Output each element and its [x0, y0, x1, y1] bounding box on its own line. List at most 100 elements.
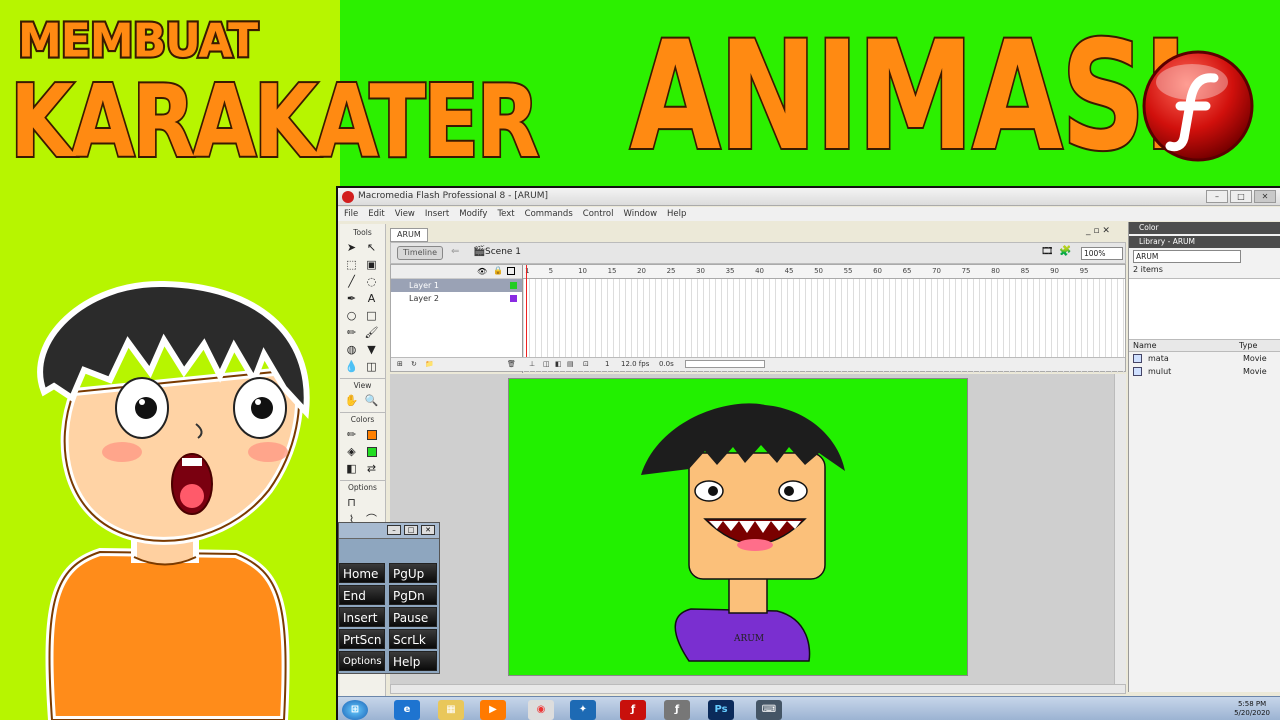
- close-button[interactable]: ✕: [1254, 190, 1276, 203]
- rectangle-tool-icon[interactable]: □: [364, 308, 380, 324]
- outline-all-icon[interactable]: [507, 267, 515, 275]
- menu-commands[interactable]: Commands: [525, 207, 573, 221]
- line-tool-icon[interactable]: ╱: [344, 274, 360, 290]
- library-item[interactable]: mulut Movie: [1129, 365, 1280, 378]
- menu-control[interactable]: Control: [583, 207, 614, 221]
- document-window-controls[interactable]: _ ▫ ✕: [1086, 226, 1110, 236]
- text-tool-icon[interactable]: A: [364, 291, 380, 307]
- ie-icon[interactable]: e: [394, 700, 420, 720]
- onion-skin-icon[interactable]: ◫: [543, 360, 550, 368]
- library-panel-header[interactable]: Library - ARUM: [1129, 236, 1280, 248]
- selection-tool-icon[interactable]: ➤: [344, 240, 360, 256]
- timeline-hscroll[interactable]: [685, 360, 765, 368]
- insert-folder-icon[interactable]: 📁: [425, 360, 434, 368]
- stroke-color-swatch[interactable]: [364, 427, 380, 443]
- menu-window[interactable]: Window: [624, 207, 658, 221]
- banner-line-3: ANIMASI: [628, 10, 1189, 184]
- osk-minimize-button[interactable]: –: [387, 525, 401, 535]
- settings-icon[interactable]: ✦: [570, 700, 596, 720]
- onion-outline-icon[interactable]: ◧: [555, 360, 562, 368]
- menu-text[interactable]: Text: [497, 207, 514, 221]
- edit-scene-icon[interactable]: 🎞: [1041, 246, 1054, 257]
- show-hide-all-icon[interactable]: 👁: [477, 267, 487, 276]
- osk-close-button[interactable]: ✕: [421, 525, 435, 535]
- key-end[interactable]: End: [339, 585, 385, 605]
- key-pgup[interactable]: PgUp: [389, 563, 437, 583]
- key-help[interactable]: Help: [389, 651, 437, 671]
- chrome-icon[interactable]: ◉: [528, 700, 554, 720]
- osk-maximize-button[interactable]: □: [404, 525, 418, 535]
- back-arrow-icon[interactable]: ⇐: [451, 246, 459, 257]
- taskbar-clock[interactable]: 5:58 PM 5/20/2020: [1234, 700, 1270, 718]
- lock-all-icon[interactable]: 🔒: [493, 266, 503, 275]
- maximize-button[interactable]: □: [1230, 190, 1252, 203]
- flash-app-icon: [342, 191, 354, 203]
- hand-tool-icon[interactable]: ✋: [344, 393, 360, 409]
- swap-colors-icon[interactable]: ⇄: [364, 461, 380, 477]
- layer-row[interactable]: Layer 2: [391, 292, 522, 305]
- key-options[interactable]: Options: [339, 651, 385, 671]
- lasso-tool-icon[interactable]: ◌: [364, 274, 380, 290]
- center-frame-icon[interactable]: ⊥: [529, 360, 535, 368]
- document-tab[interactable]: ARUM: [390, 228, 428, 242]
- key-insert[interactable]: Insert: [339, 607, 385, 627]
- key-pause[interactable]: Pause: [389, 607, 437, 627]
- explorer-icon[interactable]: ▦: [438, 700, 464, 720]
- media-player-icon[interactable]: ▶: [480, 700, 506, 720]
- start-button[interactable]: ⊞: [342, 700, 368, 720]
- library-document-select[interactable]: ARUM: [1133, 250, 1241, 263]
- photoshop-icon[interactable]: Ps: [708, 700, 734, 720]
- zoom-select[interactable]: 100%: [1081, 247, 1123, 260]
- key-pgdn[interactable]: PgDn: [389, 585, 437, 605]
- fill-color-swatch[interactable]: [364, 444, 380, 460]
- column-type[interactable]: Type: [1239, 340, 1257, 351]
- pencil-tool-icon[interactable]: ✏: [344, 325, 360, 341]
- subselection-tool-icon[interactable]: ↖: [364, 240, 380, 256]
- menu-modify[interactable]: Modify: [459, 207, 487, 221]
- oval-tool-icon[interactable]: ○: [344, 308, 360, 324]
- stage-vscroll[interactable]: [1114, 374, 1126, 684]
- paint-bucket-tool-icon[interactable]: ▼: [364, 342, 380, 358]
- insert-layer-icon[interactable]: ⊞: [397, 360, 403, 368]
- fill-color-icon[interactable]: ◈: [344, 444, 360, 460]
- modify-onion-markers-icon[interactable]: ⊡: [583, 360, 589, 368]
- flash-taskbar-icon[interactable]: ƒ: [620, 700, 646, 720]
- delete-layer-icon[interactable]: 🗑: [507, 360, 516, 368]
- zoom-tool-icon[interactable]: 🔍: [364, 393, 380, 409]
- brush-tool-icon[interactable]: 🖌: [364, 325, 380, 341]
- menu-file[interactable]: File: [344, 207, 358, 221]
- menu-help[interactable]: Help: [667, 207, 686, 221]
- menu-insert[interactable]: Insert: [425, 207, 449, 221]
- library-preview: [1129, 278, 1280, 340]
- column-name[interactable]: Name: [1129, 340, 1239, 351]
- color-panel-header[interactable]: Color: [1129, 222, 1280, 234]
- free-transform-tool-icon[interactable]: ⬚: [344, 257, 360, 273]
- edit-multiple-frames-icon[interactable]: ▤: [567, 360, 574, 368]
- edit-symbols-icon[interactable]: 🧩: [1059, 246, 1071, 257]
- playhead[interactable]: [526, 265, 527, 357]
- snap-magnet-icon[interactable]: ⊓: [344, 495, 360, 511]
- key-home[interactable]: Home: [339, 563, 385, 583]
- fill-transform-tool-icon[interactable]: ▣: [364, 257, 380, 273]
- flash-player-icon[interactable]: ƒ: [664, 700, 690, 720]
- key-prtscn[interactable]: PrtScn: [339, 629, 385, 649]
- stage-hscroll[interactable]: [390, 684, 1126, 694]
- layer-row[interactable]: Layer 1: [391, 279, 522, 292]
- stroke-color-icon[interactable]: ✏: [344, 427, 360, 443]
- stage[interactable]: ARUM: [508, 378, 968, 676]
- minimize-button[interactable]: –: [1206, 190, 1228, 203]
- eyedropper-tool-icon[interactable]: 💧: [344, 359, 360, 375]
- timeline-toggle-button[interactable]: Timeline: [397, 246, 443, 260]
- default-colors-icon[interactable]: ◧: [344, 461, 360, 477]
- pen-tool-icon[interactable]: ✒: [344, 291, 360, 307]
- add-guide-icon[interactable]: ↻: [411, 360, 417, 368]
- stage-character[interactable]: ARUM: [509, 379, 969, 677]
- menu-view[interactable]: View: [395, 207, 415, 221]
- menu-edit[interactable]: Edit: [368, 207, 384, 221]
- key-scrlk[interactable]: ScrLk: [389, 629, 437, 649]
- eraser-tool-icon[interactable]: ◫: [364, 359, 380, 375]
- keyboard-app-icon[interactable]: ⌨: [756, 700, 782, 720]
- ink-bottle-tool-icon[interactable]: ◍: [344, 342, 360, 358]
- frame-ruler[interactable]: 1 5 10 15 20 25 30 35 40 45 50 55 60 65 70 75 80 85 90 95: [523, 265, 1125, 279]
- library-item[interactable]: mata Movie: [1129, 352, 1280, 365]
